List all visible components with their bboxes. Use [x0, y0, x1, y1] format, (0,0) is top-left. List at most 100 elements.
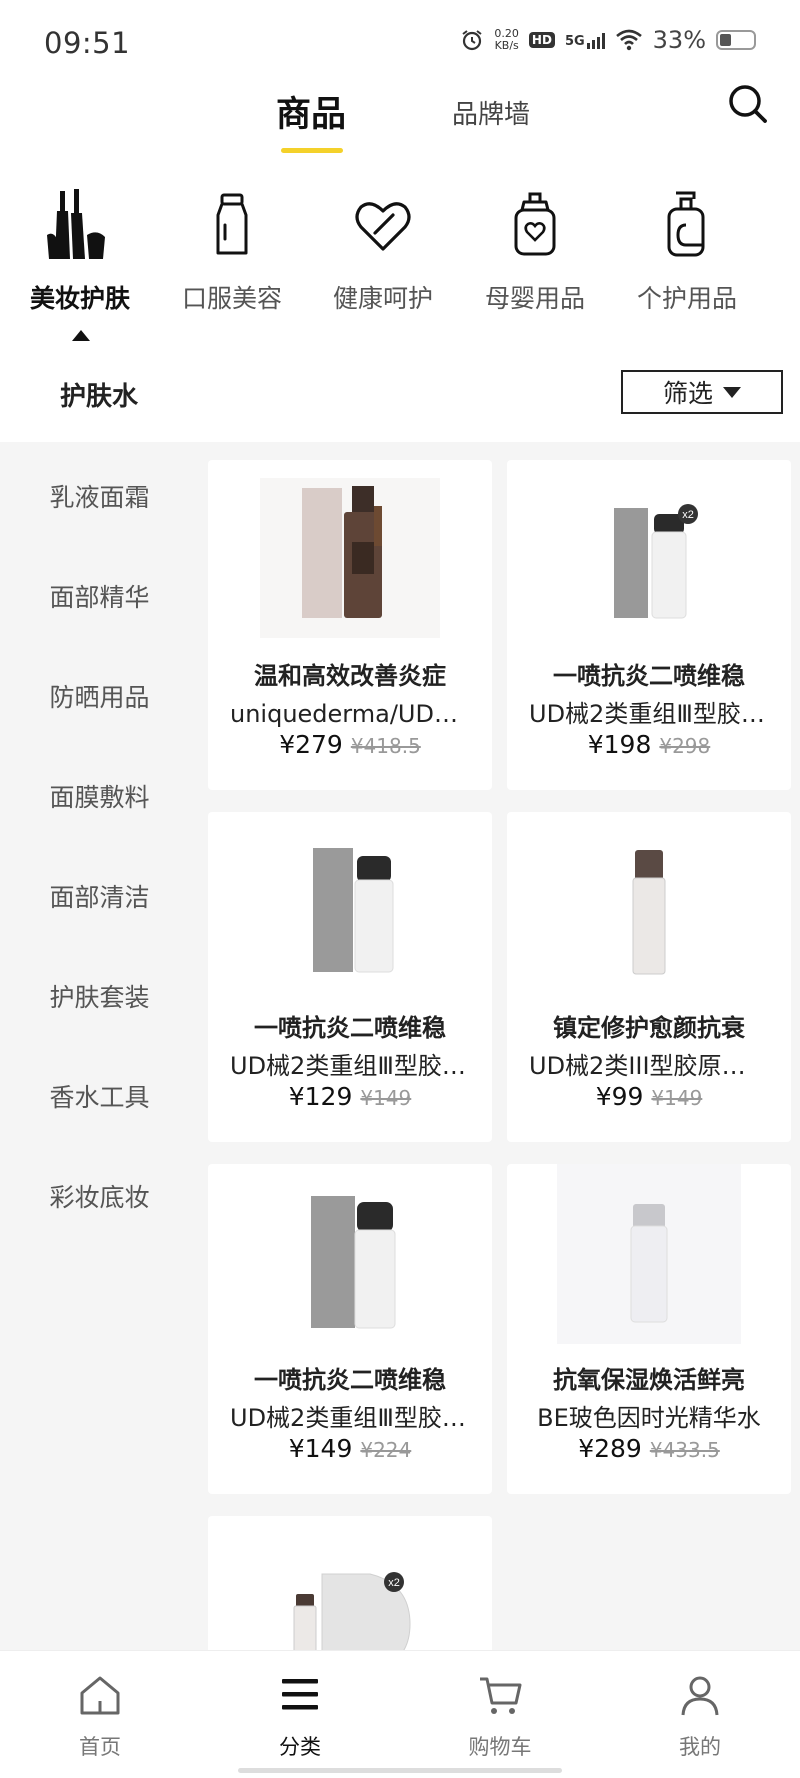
category-label: 母婴用品: [484, 284, 585, 313]
product-price: ¥289: [578, 1434, 642, 1463]
product-card[interactable]: x2: [208, 1516, 492, 1650]
status-time: 09:51: [44, 26, 131, 60]
filter-button[interactable]: 筛选: [621, 370, 783, 414]
product-subtitle: UD械2类III型胶原蛋白修护液: [529, 1052, 769, 1080]
heart-care-icon: [355, 202, 411, 251]
product-card[interactable]: 抗氧保湿焕活鲜亮 BE玻色因时光精华水 ¥289 ¥433.5: [507, 1164, 791, 1494]
caret-down-icon: [723, 386, 741, 398]
sidebar-item-lotion-cream[interactable]: 乳液面霜: [0, 478, 199, 514]
product-grid: 温和高效改善炎症 uniquederma/UD械2类重组III型胶原蛋白修护液 …: [199, 442, 800, 1650]
product-subtitle: UD械2类重组Ⅲ型胶原蛋白喷雾: [230, 1404, 470, 1432]
nav-item-category[interactable]: 分类: [200, 1651, 400, 1778]
category-label: 健康呵护: [332, 284, 433, 313]
product-name: 一喷抗炎二喷维稳: [254, 1366, 446, 1394]
price-row: ¥279 ¥418.5: [208, 730, 492, 759]
battery-icon: [716, 30, 756, 50]
sidebar: 乳液面霜 面部精华 防晒用品 面膜敷料 面部清洁 护肤套装 香水工具 彩妆底妆: [0, 442, 199, 1650]
category-label: 个护用品: [636, 284, 737, 313]
home-icon: [80, 1676, 120, 1715]
nav-item-me[interactable]: 我的: [600, 1651, 800, 1778]
menu-icon: [282, 1679, 318, 1710]
nav-item-cart[interactable]: 购物车: [400, 1651, 600, 1778]
pump-bottle-icon: [667, 191, 705, 257]
product-image: [507, 830, 791, 990]
quantity-badge: x2: [682, 509, 694, 521]
product-card[interactable]: x2 一喷抗炎二喷维稳 UD械2类重组Ⅲ型胶原蛋白喷雾 ¥198 ¥298: [507, 460, 791, 790]
quantity-badge: x2: [388, 1577, 400, 1589]
screen: 09:51 0.20 KB/s HD 5G 33% 商品 品牌墙 美妆护肤 口服…: [0, 0, 800, 1778]
nav-label: 我的: [679, 1735, 721, 1759]
nav-label: 分类: [279, 1735, 321, 1759]
nav-label: 首页: [79, 1735, 121, 1759]
product-card[interactable]: 温和高效改善炎症 uniquederma/UD械2类重组III型胶原蛋白修护液 …: [208, 460, 492, 790]
baby-bottle-icon: [514, 192, 556, 256]
product-card[interactable]: 一喷抗炎二喷维稳 UD械2类重组Ⅲ型胶原蛋白喷雾 ¥129 ¥149: [208, 812, 492, 1142]
net-speed-unit: KB/s: [494, 39, 519, 52]
product-card[interactable]: 一喷抗炎二喷维稳 UD械2类重组Ⅲ型胶原蛋白喷雾 ¥149 ¥224: [208, 1164, 492, 1494]
bottom-nav: 首页 分类 购物车 我的: [0, 1650, 800, 1778]
product-subtitle: UD械2类重组Ⅲ型胶原蛋白喷雾: [529, 700, 769, 728]
product-image: [208, 478, 492, 638]
status-icons: 0.20 KB/s HD 5G 33%: [460, 26, 756, 54]
product-price: ¥99: [595, 1082, 644, 1111]
battery-percent: 33%: [652, 26, 706, 54]
sidebar-item-sunscreen[interactable]: 防晒用品: [0, 678, 199, 714]
product-subtitle: BE玻色因时光精华水: [537, 1404, 761, 1432]
product-image: [208, 830, 492, 990]
category-item-beauty-skincare[interactable]: 美妆护肤: [5, 185, 155, 315]
sidebar-item-makeup-base[interactable]: 彩妆底妆: [0, 1178, 199, 1214]
product-subtitle: UD械2类重组Ⅲ型胶原蛋白喷雾: [230, 1052, 470, 1080]
signal-label: 5G: [564, 34, 585, 49]
sidebar-item-mask[interactable]: 面膜敷料: [0, 778, 199, 814]
category-label: 美妆护肤: [29, 284, 130, 313]
price-row: ¥129 ¥149: [208, 1082, 492, 1111]
sidebar-item-cleanser[interactable]: 面部清洁: [0, 878, 199, 914]
category-item-health-care[interactable]: 健康呵护: [308, 185, 458, 315]
product-price: ¥129: [288, 1082, 353, 1111]
product-card[interactable]: 镇定修护愈颜抗衰 UD械2类III型胶原蛋白修护液 ¥99 ¥149: [507, 812, 791, 1142]
category-item-personal-care[interactable]: 个护用品: [612, 185, 762, 315]
sidebar-item-perfume-tools[interactable]: 香水工具: [0, 1078, 199, 1114]
cart-icon: [480, 1677, 522, 1714]
product-name: 抗氧保湿焕活鲜亮: [553, 1366, 745, 1394]
active-category-caret: [72, 330, 90, 341]
product-name: 一喷抗炎二喷维稳: [254, 1014, 446, 1042]
category-strip: 美妆护肤 口服美容 健康呵护 母婴用品 个护用品: [0, 185, 800, 355]
filter-label: 筛选: [662, 379, 713, 408]
sidebar-item-skincare-set[interactable]: 护肤套装: [0, 978, 199, 1014]
home-indicator[interactable]: [238, 1768, 562, 1773]
top-tabs: 商品 品牌墙: [0, 80, 800, 160]
alarm-icon: [462, 30, 483, 51]
product-image: x2: [208, 1534, 492, 1650]
product-original-price: ¥418.5: [350, 734, 421, 758]
category-item-mother-baby[interactable]: 母婴用品: [460, 185, 610, 315]
search-icon[interactable]: [724, 80, 772, 128]
product-name: 一喷抗炎二喷维稳: [553, 662, 745, 690]
tab-brand-wall[interactable]: 品牌墙: [452, 94, 530, 131]
product-name: 镇定修护愈颜抗衰: [553, 1014, 745, 1042]
user-icon: [681, 1676, 719, 1716]
product-name: 温和高效改善炎症: [254, 662, 446, 690]
category-item-oral-beauty[interactable]: 口服美容: [157, 185, 307, 315]
net-speed: 0.20 KB/s: [494, 28, 519, 52]
active-tab-indicator: [281, 148, 343, 153]
product-price: ¥198: [587, 730, 652, 759]
price-row: ¥289 ¥433.5: [507, 1434, 791, 1463]
subcategory-title: 护肤水: [60, 382, 139, 412]
product-image: x2: [507, 478, 791, 638]
nav-item-home[interactable]: 首页: [0, 1651, 200, 1778]
product-original-price: ¥149: [651, 1086, 703, 1110]
product-original-price: ¥298: [659, 734, 711, 758]
tab-products[interactable]: 商品: [276, 86, 346, 137]
nav-label: 购物车: [468, 1735, 532, 1759]
product-image: [507, 1164, 791, 1344]
wifi-icon: [615, 29, 642, 51]
product-original-price: ¥149: [360, 1086, 412, 1110]
product-image: [208, 1182, 492, 1342]
price-row: ¥198 ¥298: [507, 730, 791, 759]
product-price: ¥149: [288, 1434, 353, 1463]
price-row: ¥149 ¥224: [208, 1434, 492, 1463]
product-subtitle: uniquederma/UD械2类重组III型胶原蛋白修护液: [230, 700, 470, 728]
product-original-price: ¥433.5: [649, 1438, 720, 1462]
sidebar-item-serum[interactable]: 面部精华: [0, 578, 199, 614]
